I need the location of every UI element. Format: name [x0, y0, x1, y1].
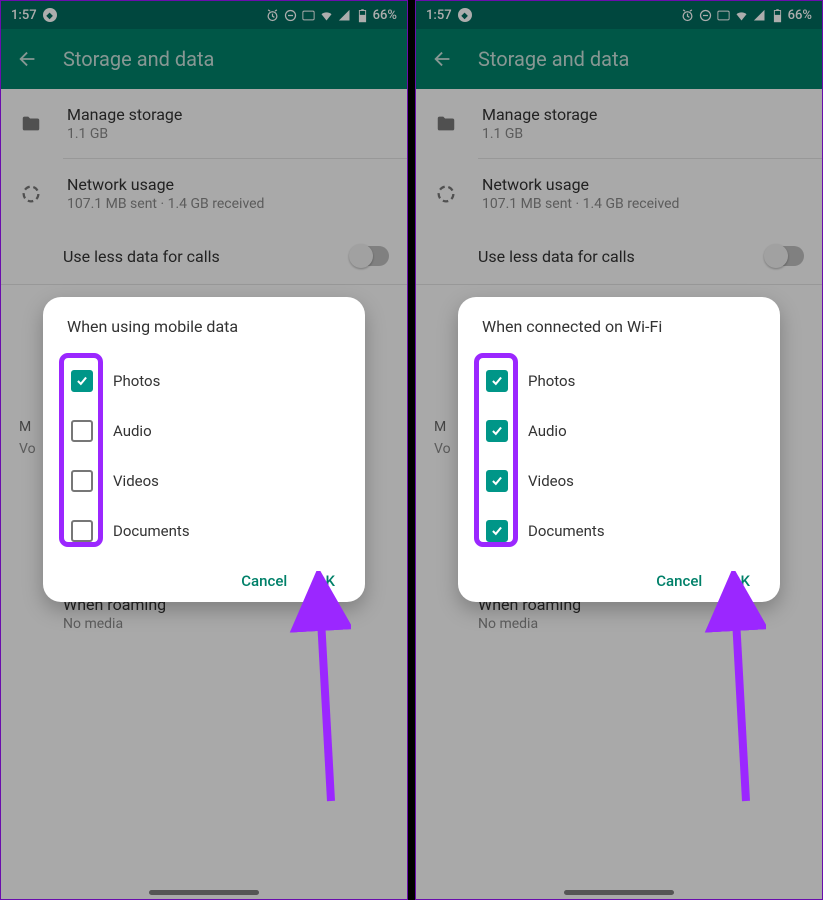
option-audio[interactable]: Audio	[480, 406, 758, 456]
label-audio: Audio	[528, 422, 567, 440]
phone-left: 1:57 ◆ 66% Storage and data Manage stora…	[0, 0, 408, 900]
option-documents[interactable]: Documents	[65, 506, 343, 556]
ok-button[interactable]: OK	[730, 572, 750, 590]
highlight-box	[474, 353, 518, 547]
cancel-button[interactable]: Cancel	[241, 572, 287, 590]
nav-handle[interactable]	[564, 890, 674, 895]
label-photos: Photos	[528, 372, 575, 390]
option-videos[interactable]: Videos	[480, 456, 758, 506]
option-audio[interactable]: Audio	[65, 406, 343, 456]
label-documents: Documents	[528, 522, 605, 540]
dialog-title: When connected on Wi-Fi	[482, 317, 758, 336]
nav-handle[interactable]	[149, 890, 259, 895]
dialog-title: When using mobile data	[67, 317, 343, 336]
phone-right: 1:57 ◆ 66% Storage and data Manage stora…	[415, 0, 823, 900]
option-documents[interactable]: Documents	[480, 506, 758, 556]
label-audio: Audio	[113, 422, 152, 440]
cancel-button[interactable]: Cancel	[656, 572, 702, 590]
option-photos[interactable]: Photos	[480, 356, 758, 406]
label-photos: Photos	[113, 372, 160, 390]
option-videos[interactable]: Videos	[65, 456, 343, 506]
ok-button[interactable]: OK	[315, 572, 335, 590]
option-photos[interactable]: Photos	[65, 356, 343, 406]
highlight-box	[59, 353, 103, 547]
label-videos: Videos	[528, 472, 574, 490]
label-videos: Videos	[113, 472, 159, 490]
dialog-options: Photos Audio Videos Documents	[65, 356, 343, 556]
label-documents: Documents	[113, 522, 190, 540]
dialog-options: Photos Audio Videos Documents	[480, 356, 758, 556]
